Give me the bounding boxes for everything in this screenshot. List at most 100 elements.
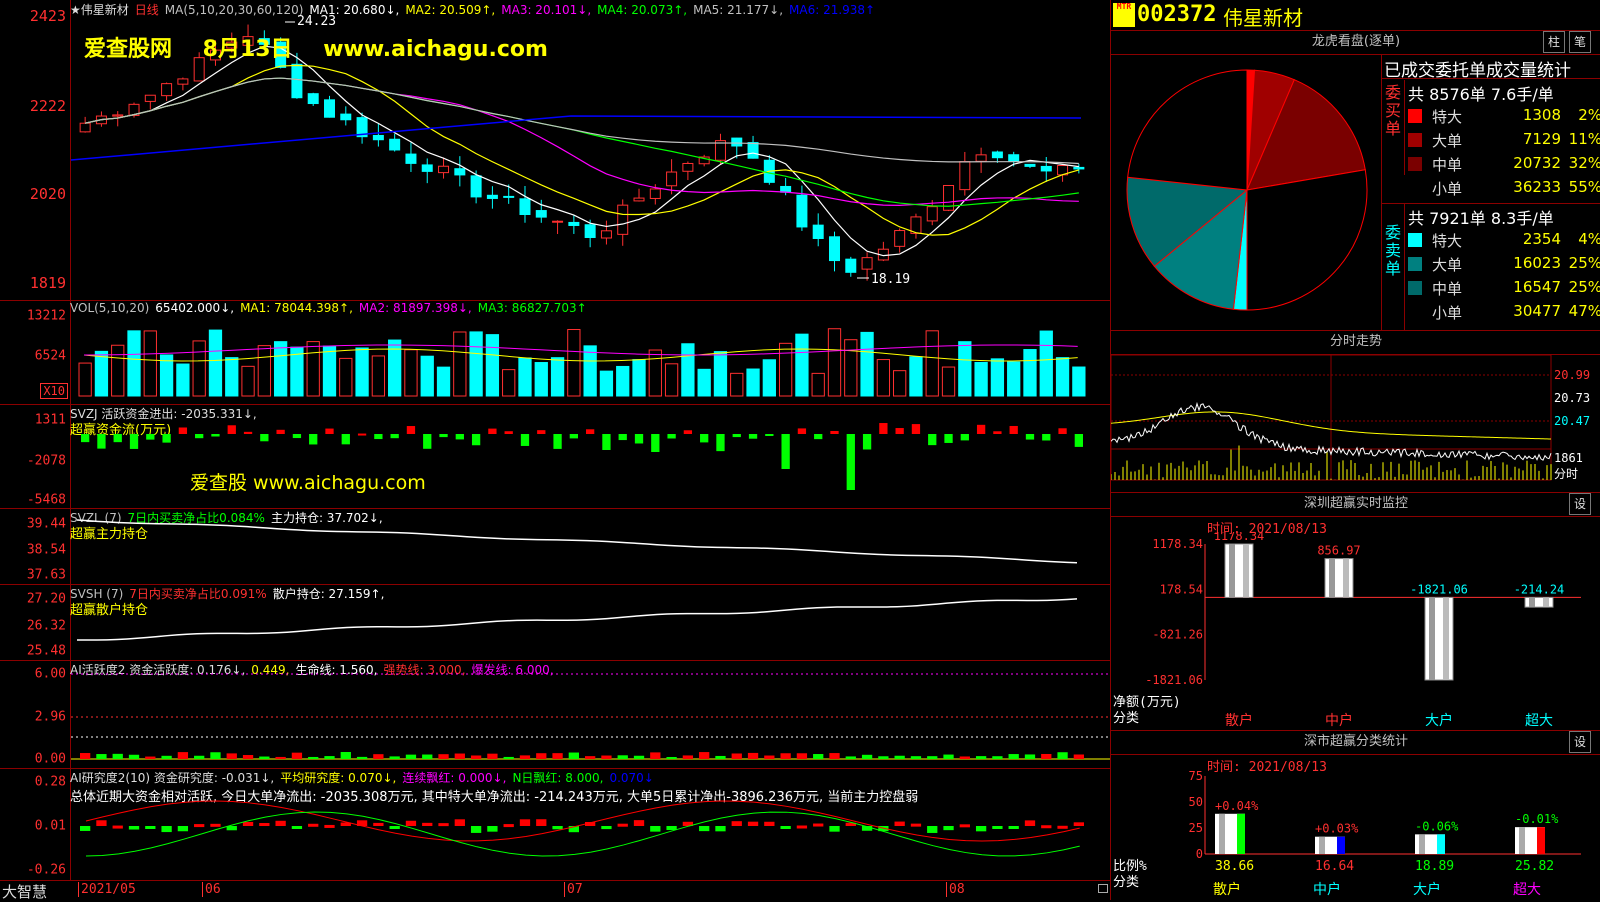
color-swatch bbox=[1408, 257, 1422, 271]
retail-holding-chart[interactable] bbox=[71, 584, 1110, 660]
volume-bar bbox=[583, 345, 597, 397]
volume-bar bbox=[827, 328, 842, 397]
stat-row: 大单 16023 25% bbox=[1406, 252, 1600, 276]
research-bar bbox=[96, 820, 107, 826]
activity-bar bbox=[405, 754, 417, 759]
research-bar bbox=[829, 826, 840, 832]
candle bbox=[845, 258, 857, 273]
flow-bar-shade bbox=[1529, 597, 1535, 608]
ratio-bar-shade bbox=[1319, 836, 1325, 854]
volume-unit-badge: X10 bbox=[40, 383, 68, 399]
watermark-top: 爱查股网 8月13日 www.aichagu.com bbox=[84, 37, 548, 62]
candle bbox=[421, 164, 433, 172]
ai-research-panel[interactable]: 0.28 0.01 -0.26 AI研究度2(10) 资金研究度: -0.031… bbox=[0, 768, 1110, 881]
activity-bar bbox=[682, 755, 694, 759]
intraday-panel[interactable]: 分时走势 20.99 20.73 20.47 1861 分时 bbox=[1110, 330, 1600, 493]
flow-bar bbox=[195, 434, 204, 439]
flow-bar bbox=[1042, 434, 1051, 441]
table-divider bbox=[1382, 203, 1600, 204]
holding-line bbox=[76, 598, 1078, 641]
flow-bar bbox=[81, 434, 90, 443]
volume-bar bbox=[355, 347, 369, 397]
ai-activity-panel[interactable]: 6.00 2.96 0.00 AI活跃度2 资金活跃度: 0.176↓, 0.44… bbox=[0, 660, 1110, 769]
activity-bar bbox=[389, 756, 400, 759]
activity-chart[interactable] bbox=[71, 660, 1110, 768]
activity-bar bbox=[813, 754, 824, 759]
ratio-bar-shade bbox=[1519, 827, 1525, 854]
research-bar bbox=[1008, 826, 1019, 829]
research-bar bbox=[80, 826, 91, 831]
tick-mode-button[interactable]: 笔 bbox=[1569, 31, 1591, 53]
volume-bar bbox=[404, 349, 418, 397]
ratio-y-tick: 25 bbox=[1189, 821, 1203, 835]
research-bar bbox=[601, 826, 612, 830]
candle bbox=[991, 151, 1003, 159]
order-pie-chart bbox=[1126, 69, 1368, 311]
candle bbox=[438, 165, 450, 174]
category-label: 中户 bbox=[1325, 712, 1353, 729]
stat-value: 1308 bbox=[1522, 106, 1561, 124]
date-label: 2021/05 bbox=[78, 882, 136, 897]
intraday-title-text: 分时走势 bbox=[1329, 334, 1382, 349]
price-y-axis: 2423 2222 2020 1819 bbox=[0, 0, 71, 300]
candle bbox=[161, 83, 173, 97]
sz-monitor-title-text: 深圳超赢实时监控 bbox=[1303, 496, 1408, 511]
research-chart[interactable] bbox=[71, 768, 1110, 880]
bar-mode-button[interactable]: 柱 bbox=[1543, 31, 1565, 53]
flow-bar bbox=[634, 434, 644, 444]
stat-label: 大单 bbox=[1432, 256, 1463, 274]
volume-bar bbox=[974, 361, 988, 397]
ratio-bar-shade bbox=[1419, 834, 1425, 854]
activity-bar bbox=[340, 752, 351, 759]
sz-category-panel: 深市超赢分类统计 设 时间: 2021/08/13 75 50 25 0 +0.04% 3… bbox=[1110, 730, 1600, 900]
monitor-settings-button[interactable]: 设 bbox=[1569, 493, 1591, 515]
high-price-label: 24.23 bbox=[297, 14, 336, 29]
volume-panel[interactable]: 13212 6524 X10 VOL(5,10,20) 65402.000↓, MA… bbox=[0, 300, 1110, 405]
main-holding-chart[interactable] bbox=[71, 508, 1110, 584]
activity-bar bbox=[878, 756, 889, 759]
intraday-chart[interactable]: 20.99 20.73 20.47 1861 分时 bbox=[1111, 355, 1600, 492]
volume-bar bbox=[257, 345, 271, 397]
stat-label: 特大 bbox=[1432, 232, 1463, 250]
research-bar bbox=[813, 823, 824, 827]
svsh-panel[interactable]: 27.20 26.32 25.48 SVSH (7) 7日内买卖净占比0.091%… bbox=[0, 584, 1110, 661]
activity-bar bbox=[975, 756, 987, 759]
candle bbox=[470, 175, 482, 198]
intraday-title: 分时走势 bbox=[1111, 330, 1600, 355]
category-settings-button[interactable]: 设 bbox=[1569, 731, 1591, 753]
svzj-y-axis: 1311 -2078 -5468 bbox=[0, 404, 71, 508]
stat-label: 中单 bbox=[1432, 280, 1463, 298]
volume-bar bbox=[143, 330, 157, 397]
volume-bar bbox=[876, 359, 891, 397]
ratio-y-tick: 75 bbox=[1189, 770, 1203, 783]
candle bbox=[340, 113, 352, 121]
research-bar bbox=[226, 826, 237, 831]
volume-bar bbox=[778, 342, 793, 397]
flow-bar bbox=[976, 424, 986, 434]
brand-label: 大智慧 bbox=[2, 883, 48, 901]
flow-value-label: 856.97 bbox=[1317, 544, 1360, 558]
lock-icon[interactable] bbox=[1098, 884, 1108, 893]
flow-bar bbox=[520, 434, 530, 446]
svzj-panel[interactable]: 1311 -2078 -5468 SVZJ 活跃资金进出: -2035.331↓… bbox=[0, 404, 1110, 509]
flow-bar bbox=[667, 434, 676, 439]
ratio-y-tick: 0 bbox=[1196, 847, 1203, 861]
volume-bar bbox=[941, 366, 956, 397]
color-swatch bbox=[1408, 281, 1422, 295]
volume-bar bbox=[306, 341, 320, 397]
candle bbox=[747, 142, 759, 159]
flow-value-label: 1178.34 bbox=[1214, 532, 1265, 543]
research-bar bbox=[470, 826, 482, 833]
buy-summary: 共 8576单 7.6手/单 bbox=[1408, 85, 1554, 104]
svzl-panel[interactable]: 39.44 38.54 37.63 SVZL (7) 7日内买卖净占比0.084%… bbox=[0, 508, 1110, 585]
flow-bar bbox=[846, 434, 855, 490]
flow-bar bbox=[276, 429, 285, 434]
flow-bar bbox=[944, 434, 953, 443]
price-panel[interactable]: 2423 2222 2020 1819 ★伟星新材 日线 MA(5,10,20,30… bbox=[0, 0, 1110, 301]
activity-bar bbox=[617, 755, 628, 759]
flow-bar bbox=[586, 429, 595, 434]
volume-chart[interactable] bbox=[71, 300, 1110, 404]
candle bbox=[649, 188, 661, 199]
volume-bar bbox=[453, 331, 467, 397]
ai-activity-y-axis: 6.00 2.96 0.00 bbox=[0, 660, 71, 768]
